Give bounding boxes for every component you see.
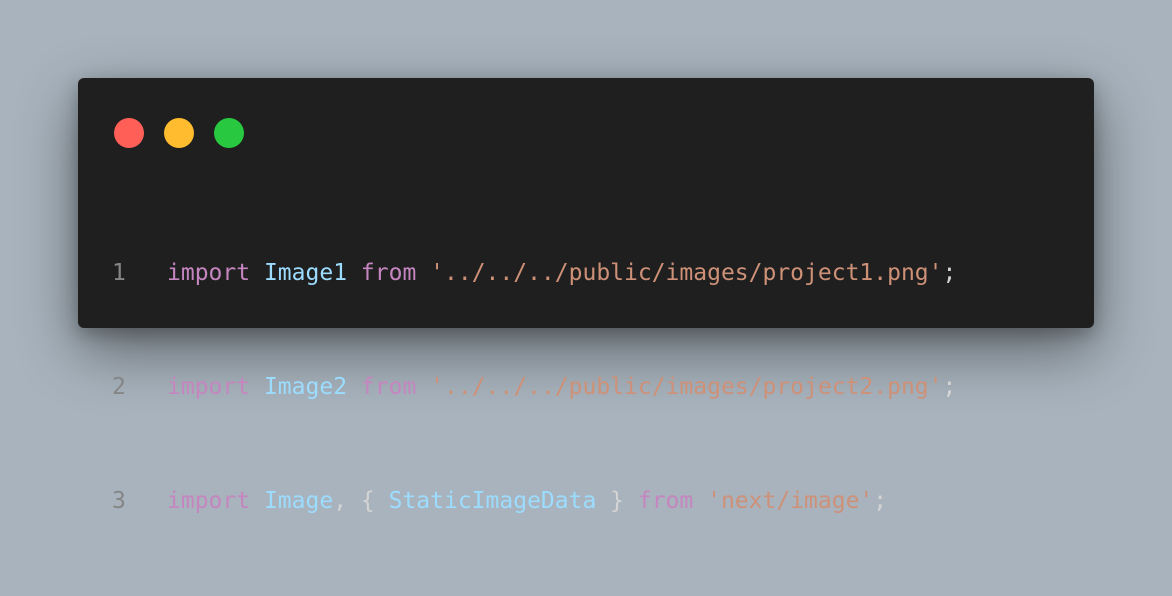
code-token-keyword: from <box>360 374 417 400</box>
code-window: 1 import Image1 from '../../../public/im… <box>78 78 1094 514</box>
line-number: 2 <box>112 374 126 400</box>
code-token-punct <box>250 488 264 514</box>
code-token-keyword: import <box>167 488 251 514</box>
code-token-punct <box>347 260 361 286</box>
minimize-dot[interactable] <box>164 118 194 148</box>
code-token-string: '../../../public/images/project2.png' <box>430 374 943 400</box>
code-token-punct <box>250 260 264 286</box>
code-text: import Image, { StaticImageData } from '… <box>167 482 887 520</box>
code-token-punct: , { <box>333 488 389 514</box>
code-token-punct <box>693 488 707 514</box>
code-token-punct: ; <box>873 488 888 514</box>
code-token-punct <box>347 374 361 400</box>
code-token-variable: Image1 <box>263 260 348 286</box>
code-token-keyword: import <box>167 374 251 400</box>
code-token-punct <box>250 374 264 400</box>
close-dot[interactable] <box>114 118 144 148</box>
code-token-keyword: from <box>637 488 694 514</box>
code-token-punct <box>416 374 430 400</box>
code-token-variable: Image <box>263 488 334 514</box>
code-text: import Image2 from '../../../public/imag… <box>167 368 956 406</box>
line-number: 1 <box>112 260 126 286</box>
code-token-keyword: from <box>360 260 417 286</box>
code-block: 1 import Image1 from '../../../public/im… <box>112 178 956 596</box>
code-line: 1 import Image1 from '../../../public/im… <box>112 254 956 292</box>
code-token-punct <box>416 260 430 286</box>
code-token-variable: StaticImageData <box>388 488 597 514</box>
window-controls <box>114 118 244 148</box>
code-line: 2 import Image2 from '../../../public/im… <box>112 368 956 406</box>
code-token-punct: } <box>596 488 638 514</box>
code-token-string: '../../../public/images/project1.png' <box>430 260 943 286</box>
code-text: import Image1 from '../../../public/imag… <box>167 254 956 292</box>
code-token-variable: Image2 <box>263 374 348 400</box>
maximize-dot[interactable] <box>214 118 244 148</box>
code-token-punct: ; <box>942 260 957 286</box>
code-token-keyword: import <box>167 260 251 286</box>
line-number: 3 <box>112 488 126 514</box>
code-token-string: 'next/image' <box>707 488 874 514</box>
code-line: 3 import Image, { StaticImageData } from… <box>112 482 956 520</box>
code-token-punct: ; <box>942 374 957 400</box>
